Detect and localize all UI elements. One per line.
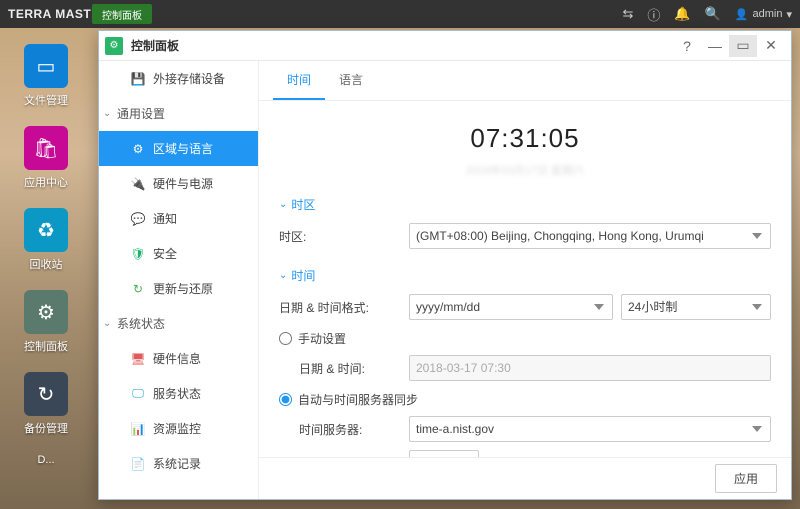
chart-icon: 📊 xyxy=(131,422,145,436)
refresh-icon: ↻ xyxy=(131,282,145,296)
help-button[interactable]: ? xyxy=(673,35,701,57)
timeserver-label: 时间服务器: xyxy=(299,421,399,438)
power-icon: 🔌 xyxy=(131,177,145,191)
manual-radio[interactable] xyxy=(279,332,292,345)
control-panel-window: ⚙ 控制面板 ? — ▭ ✕ 💾 外接存储设备 ⌄ 通用设置 ⚙ 区域与语言 🔌 硬件与… xyxy=(98,30,792,500)
sync-freq-input[interactable] xyxy=(409,450,479,457)
sidebar: 💾 外接存储设备 ⌄ 通用设置 ⚙ 区域与语言 🔌 硬件与电源 💬 通知 🛡 安全 ↻ 更新与… xyxy=(99,61,259,499)
window-titlebar: ⚙ 控制面板 ? — ▭ ✕ xyxy=(99,31,791,61)
sidebar-item-syslog[interactable]: 📄 系统记录 xyxy=(99,446,258,481)
clock-subtext: 2018年03月17日 星期六 xyxy=(279,162,771,178)
section-title: 时区 xyxy=(291,196,315,213)
timeserver-select[interactable]: time-a.nist.gov xyxy=(409,416,771,442)
bell-icon[interactable]: 🔔 xyxy=(674,6,690,22)
clock-display: 07:31:05 xyxy=(279,123,771,154)
storage-icon: 💾 xyxy=(131,72,145,86)
shield-icon: 🛡 xyxy=(131,247,145,261)
sidebar-item-label: 外接存储设备 xyxy=(153,70,248,87)
sidebar-item-hardware[interactable]: 🔌 硬件与电源 xyxy=(99,166,258,201)
sidebar-item-label: 资源监控 xyxy=(153,420,248,437)
format-label: 日期 & 时间格式: xyxy=(279,299,399,316)
chevron-down-icon: ⌄ xyxy=(103,318,111,329)
desktop-icon-extra[interactable]: D... xyxy=(14,454,78,466)
user-name: admin xyxy=(753,8,783,20)
sidebar-item-region[interactable]: ⚙ 区域与语言 xyxy=(99,131,258,166)
section-time[interactable]: ⌄ 时间 xyxy=(279,267,771,284)
desktop-icon-label: 应用中心 xyxy=(24,174,68,190)
sidebar-item-update[interactable]: ↻ 更新与还原 xyxy=(99,271,258,306)
date-format-select[interactable]: yyyy/mm/dd xyxy=(409,294,613,320)
sidebar-item-notify[interactable]: 💬 通知 xyxy=(99,201,258,236)
sidebar-item-hwinfo[interactable]: 🖥 硬件信息 xyxy=(99,341,258,376)
timezone-label: 时区: xyxy=(279,228,399,245)
desktop-icons: ▭ 文件管理 🛍 应用中心 ♻ 回收站 ⚙ 控制面板 ↻ 备份管理 D... xyxy=(14,44,78,466)
maximize-button[interactable]: ▭ xyxy=(729,35,757,57)
app-icon: ⚙ xyxy=(105,37,123,55)
usb-icon[interactable]: ⇆ xyxy=(623,6,634,22)
chip-icon: 🖥 xyxy=(131,352,145,366)
sidebar-group-general[interactable]: ⌄ 通用设置 xyxy=(99,96,258,131)
user-menu[interactable]: 👤admin ▾ xyxy=(735,8,792,21)
desktop-icon-apps[interactable]: 🛍 应用中心 xyxy=(14,126,78,190)
sidebar-item-security[interactable]: 🛡 安全 xyxy=(99,236,258,271)
sidebar-item-label: 更新与还原 xyxy=(153,280,248,297)
datetime-input xyxy=(409,355,771,381)
manual-radio-label: 手动设置 xyxy=(298,330,346,347)
desktop-icon-label: 备份管理 xyxy=(24,420,68,436)
desktop-icon-label: 文件管理 xyxy=(24,92,68,108)
sidebar-item-resmon[interactable]: 📊 资源监控 xyxy=(99,411,258,446)
sidebar-group-status[interactable]: ⌄ 系统状态 xyxy=(99,306,258,341)
sidebar-item-label: 硬件与电源 xyxy=(153,175,248,192)
sidebar-item-label: 系统记录 xyxy=(153,455,248,472)
sidebar-group-label: 系统状态 xyxy=(117,315,248,332)
monitor-icon: 🖵 xyxy=(131,387,145,401)
auto-radio[interactable] xyxy=(279,393,292,406)
chevron-down-icon: ⌄ xyxy=(279,270,287,281)
tab-language[interactable]: 语言 xyxy=(325,61,377,100)
footer: 应用 xyxy=(259,457,791,499)
desktop-icon-label: 回收站 xyxy=(30,256,63,272)
content-area: 时间 语言 07:31:05 2018年03月17日 星期六 ⌄ 时区 时区: (… xyxy=(259,61,791,499)
folder-icon: ▭ xyxy=(24,44,68,88)
desktop-icon-label: 控制面板 xyxy=(24,338,68,354)
datetime-label: 日期 & 时间: xyxy=(299,360,399,377)
section-title: 时间 xyxy=(291,267,315,284)
section-timezone[interactable]: ⌄ 时区 xyxy=(279,196,771,213)
sidebar-item-external-storage[interactable]: 💾 外接存储设备 xyxy=(99,61,258,96)
desktop-icon-backup[interactable]: ↻ 备份管理 xyxy=(14,372,78,436)
tab-bar: 时间 语言 xyxy=(259,61,791,101)
window-title: 控制面板 xyxy=(131,37,673,54)
taskbar-app-button[interactable]: 控制面板 xyxy=(92,4,152,24)
gear-icon: ⚙ xyxy=(131,142,145,156)
apply-button[interactable]: 应用 xyxy=(715,464,777,493)
sliders-icon: ⚙ xyxy=(24,290,68,334)
info-icon[interactable]: ⓘ xyxy=(647,5,660,24)
desktop-icon-control[interactable]: ⚙ 控制面板 xyxy=(14,290,78,354)
bag-icon: 🛍 xyxy=(24,126,68,170)
sidebar-item-label: 安全 xyxy=(153,245,248,262)
sidebar-item-service[interactable]: 🖵 服务状态 xyxy=(99,376,258,411)
chevron-down-icon: ⌄ xyxy=(103,108,111,119)
backup-icon: ↻ xyxy=(24,372,68,416)
timezone-select[interactable]: (GMT+08:00) Beijing, Chongqing, Hong Kon… xyxy=(409,223,771,249)
desktop-icon-trash[interactable]: ♻ 回收站 xyxy=(14,208,78,272)
sidebar-item-label: 服务状态 xyxy=(153,385,248,402)
close-button[interactable]: ✕ xyxy=(757,35,785,57)
content-inner: 07:31:05 2018年03月17日 星期六 ⌄ 时区 时区: (GMT+08… xyxy=(259,101,791,457)
desktop-icon-files[interactable]: ▭ 文件管理 xyxy=(14,44,78,108)
minimize-button[interactable]: — xyxy=(701,35,729,57)
sidebar-item-label: 区域与语言 xyxy=(153,140,248,157)
sidebar-group-label: 通用设置 xyxy=(117,105,248,122)
hour-format-select[interactable]: 24小时制 xyxy=(621,294,771,320)
trash-icon: ♻ xyxy=(24,208,68,252)
chat-icon: 💬 xyxy=(131,212,145,226)
sidebar-item-label: 通知 xyxy=(153,210,248,227)
log-icon: 📄 xyxy=(131,457,145,471)
desktop-icon-label: D... xyxy=(37,454,54,466)
chevron-down-icon: ⌄ xyxy=(279,199,287,210)
auto-radio-label: 自动与时间服务器同步 xyxy=(298,391,418,408)
tab-time[interactable]: 时间 xyxy=(273,61,325,100)
sidebar-item-label: 硬件信息 xyxy=(153,350,248,367)
search-icon[interactable]: 🔍 xyxy=(705,6,721,22)
